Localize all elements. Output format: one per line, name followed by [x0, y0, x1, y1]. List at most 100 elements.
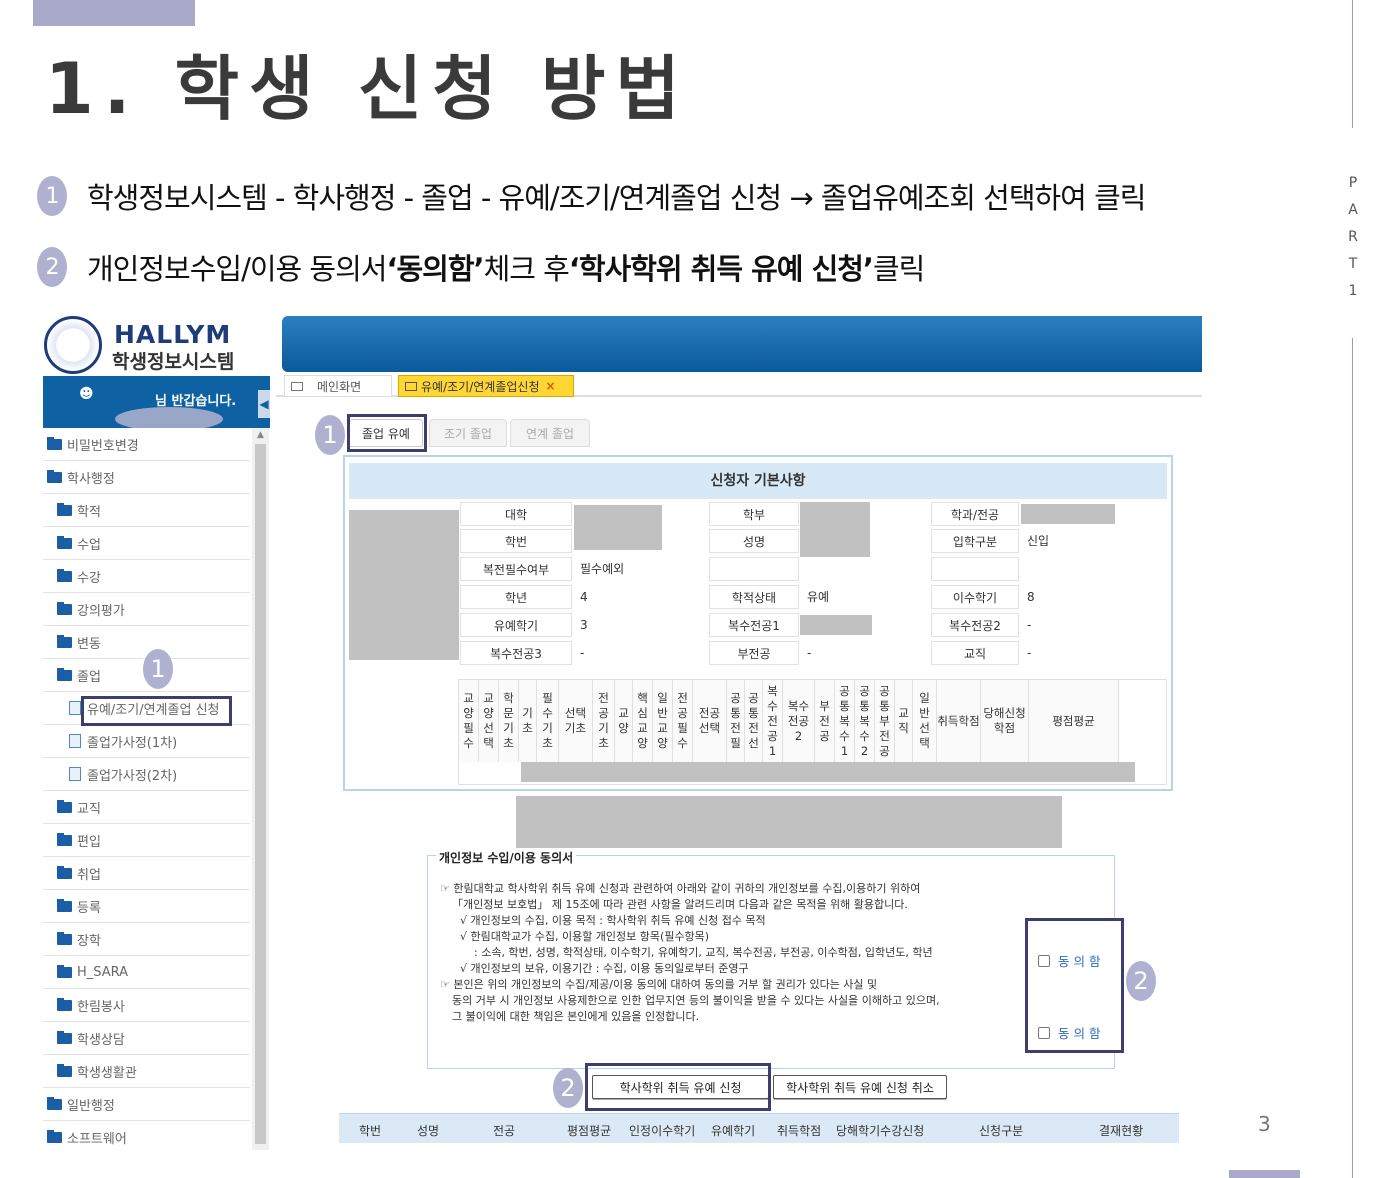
- tab-deferment[interactable]: 유예/조기/연계졸업신청 ×: [398, 375, 574, 397]
- grid-header: 복수전공1: [763, 680, 783, 762]
- label-semesters: 이수학기: [931, 585, 1019, 609]
- cancel-deferment-button[interactable]: 학사학위 취득 유예 신청 취소: [773, 1075, 947, 1099]
- side-menu-scrollbar[interactable]: ▲: [252, 428, 269, 1150]
- result-column-header: 인정이수학기: [629, 1124, 696, 1138]
- step-number: 1: [37, 176, 67, 216]
- folder-icon: [57, 964, 72, 978]
- value-double2: -: [1027, 618, 1032, 632]
- page-number: 3: [1258, 1112, 1271, 1136]
- folder-icon: [57, 634, 72, 648]
- student-photo-redacted: [349, 510, 459, 660]
- slide-top-bar: [33, 0, 195, 26]
- grid-header: 공통복수2: [855, 680, 875, 762]
- result-column-header: 유예학기: [711, 1124, 756, 1138]
- label-double1: 복수전공1: [709, 613, 799, 637]
- step-1: 1 학생정보시스템 - 학사행정 - 졸업 - 유예/조기/연계졸업 신청 → …: [37, 176, 1146, 216]
- agree-highlight-box: 동의함 동의함: [1025, 918, 1124, 1053]
- agree-checkbox-1[interactable]: 동의함: [1038, 951, 1105, 970]
- document-icon: [69, 767, 81, 781]
- menu-item[interactable]: 졸업가사정(1차): [43, 725, 250, 758]
- menu-item[interactable]: 학생생활관: [43, 1055, 250, 1088]
- menu-item[interactable]: 일반행정: [43, 1088, 250, 1121]
- applicant-info-panel: 신청자 기본사항 대학 학부 학과/전공 학번 성명 입학구분 신입 복전필수여…: [343, 455, 1173, 791]
- grid-header: 전공필수: [673, 680, 693, 762]
- user-icon[interactable]: ☻: [79, 386, 94, 402]
- menu-item-label: 졸업가사정(2차): [87, 768, 178, 784]
- menu-item[interactable]: 강의평가: [43, 593, 250, 626]
- user-welcome-box: ☻ 님 반갑습니다. ◀: [43, 376, 270, 431]
- folder-icon: [57, 601, 72, 615]
- label-double2: 복수전공2: [931, 613, 1019, 637]
- grid-header: 교양선택: [479, 680, 499, 762]
- scrollbar-thumb[interactable]: [255, 444, 266, 1144]
- result-column-header: 취득학점: [777, 1124, 822, 1138]
- tab-main[interactable]: 메인화면: [284, 375, 392, 397]
- menu-item[interactable]: 편입: [43, 824, 250, 857]
- result-column-header: 전공: [493, 1124, 516, 1138]
- menu-item-label: 학생상담: [77, 1032, 125, 1048]
- agree-label: 동의함: [1058, 954, 1105, 969]
- close-icon[interactable]: ×: [546, 379, 556, 393]
- menu-item-label: 졸업가사정(1차): [87, 735, 178, 751]
- checkbox-icon[interactable]: [1038, 954, 1050, 967]
- consent-title: 개인정보 수입/이용 동의서: [436, 849, 577, 866]
- slide-title: 1. 학생 신청 방법: [45, 48, 690, 130]
- grid-header: 핵심교양: [633, 680, 653, 762]
- tab-bar: 메인화면 유예/조기/연계졸업신청 ×: [276, 372, 1202, 397]
- menu-item[interactable]: 수강: [43, 560, 250, 593]
- tab-main-label: 메인화면: [317, 379, 362, 394]
- label-student-no: 학번: [460, 529, 572, 553]
- menu-item[interactable]: H_SARA: [43, 956, 250, 989]
- applicant-info-title: 신청자 기본사항: [349, 463, 1167, 499]
- result-column-header: 성명: [417, 1124, 440, 1138]
- side-menu: 비밀번호변경 학사행정 학적 수업 수강 강의평가 변동 졸업 유예/조기/연계졸업 신청 졸업가…: [43, 428, 269, 1150]
- agree-checkbox-2[interactable]: 동의함: [1038, 1023, 1105, 1042]
- consent-line: : 소속, 학번, 성명, 학적상태, 이수학기, 유예학기, 교직, 복수전공…: [474, 946, 933, 959]
- folder-icon: [57, 997, 72, 1011]
- folder-icon: [47, 436, 62, 450]
- subtab-early[interactable]: 조기 졸업: [429, 419, 507, 447]
- menu-item[interactable]: 소프트웨어: [43, 1121, 250, 1150]
- label-defer: 유예학기: [460, 613, 572, 637]
- step-text-bold-agree: ‘동의함’: [386, 252, 484, 286]
- menu-item-label: 등록: [77, 900, 101, 916]
- subtab-linked[interactable]: 연계 졸업: [510, 419, 590, 447]
- menu-item[interactable]: 졸업가사정(2차): [43, 758, 250, 791]
- tab-deferment-label: 유예/조기/연계졸업신청: [421, 379, 540, 394]
- menu-item[interactable]: 교직: [43, 791, 250, 824]
- chevron-left-icon[interactable]: ◀: [258, 390, 270, 418]
- scroll-up-icon[interactable]: ▲: [252, 430, 269, 440]
- redacted-block: [516, 796, 1062, 848]
- menu-item[interactable]: 장학: [43, 923, 250, 956]
- folder-icon: [57, 1063, 72, 1077]
- value-teaching: -: [1027, 646, 1032, 660]
- result-column-header: 학번: [359, 1124, 382, 1138]
- hallym-logo[interactable]: HALLYM 학생정보시스템: [44, 316, 264, 374]
- checkbox-icon[interactable]: [1038, 1026, 1050, 1039]
- value-admission: 신입: [1027, 534, 1050, 548]
- consent-panel: 개인정보 수입/이용 동의서 ☞ 한림대학교 학사학위 취득 유예 신청과 관련…: [427, 849, 1115, 1069]
- menu-item[interactable]: 수업: [43, 527, 250, 560]
- apply-highlight-box: [585, 1063, 771, 1111]
- menu-item[interactable]: 학사행정: [43, 461, 250, 494]
- menu-item-label: 장학: [77, 933, 101, 949]
- folder-icon: [57, 667, 72, 681]
- consent-line: 그 불이익에 대한 책임은 본인에게 있음을 인정합니다.: [452, 1010, 700, 1023]
- redacted-college: [574, 505, 662, 550]
- menu-item[interactable]: 학생상담: [43, 1022, 250, 1055]
- menu-item[interactable]: 학적: [43, 494, 250, 527]
- credits-grid: 교양필수 교양선택 학문기초 기초 필수기초 선택기초 전공기초 교양 핵심교양 일반교양 전공필수…: [458, 679, 1167, 785]
- menu-item[interactable]: 비밀번호변경: [43, 428, 250, 461]
- menu-item[interactable]: 취업: [43, 857, 250, 890]
- logo-english: HALLYM: [114, 320, 232, 349]
- menu-item[interactable]: 한림봉사: [43, 989, 250, 1022]
- logo-korean: 학생정보시스템: [112, 351, 235, 373]
- redacted-double1: [800, 615, 872, 635]
- grid-header: 전공선택: [693, 680, 727, 762]
- consent-line: √ 한림대학교가 수집, 이용할 개인정보 항목(필수항목): [460, 930, 710, 943]
- slide-side-line-top: [1352, 0, 1353, 128]
- grid-header: 당해신청학점: [981, 680, 1029, 762]
- folder-icon: [57, 535, 72, 549]
- menu-item[interactable]: 등록: [43, 890, 250, 923]
- callout-1-menu: 1: [143, 649, 173, 689]
